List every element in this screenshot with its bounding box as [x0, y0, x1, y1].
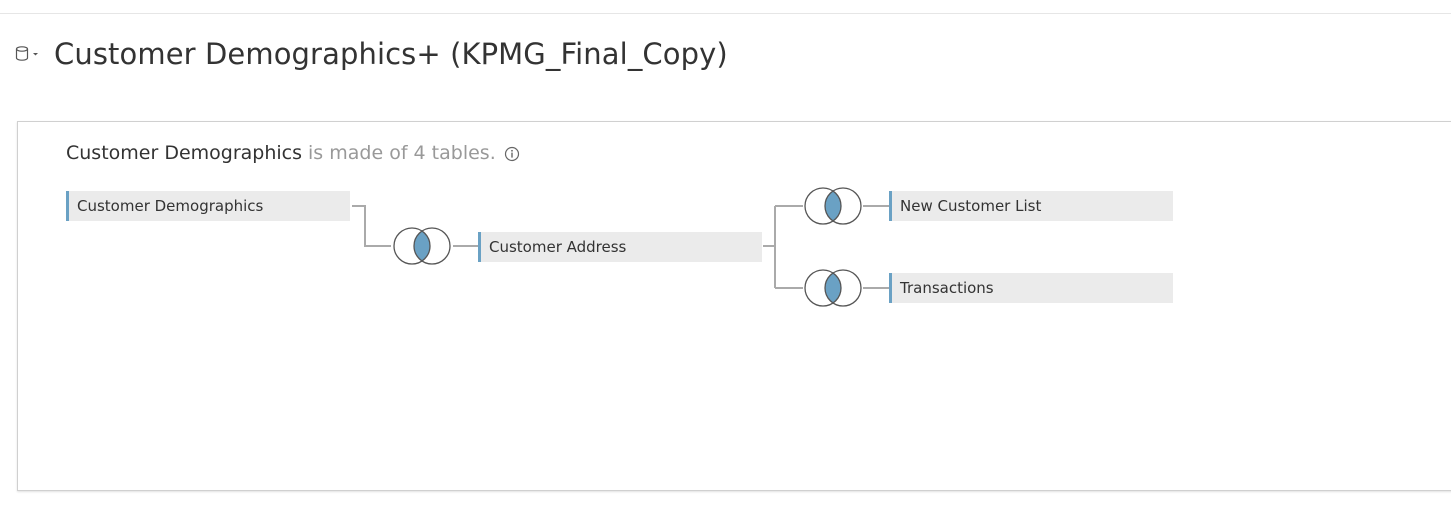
table-transactions[interactable]: Transactions [889, 273, 1173, 303]
datasource-header: Customer Demographics+ (KPMG_Final_Copy) [14, 32, 728, 76]
inner-join-icon[interactable] [802, 268, 864, 308]
database-dropdown-icon[interactable] [14, 44, 40, 64]
table-new-customer-list[interactable]: New Customer List [889, 191, 1173, 221]
info-icon[interactable] [504, 145, 520, 162]
table-customer-address[interactable]: Customer Address [478, 232, 762, 262]
inner-join-icon[interactable] [802, 186, 864, 226]
join-connectors [352, 205, 890, 289]
summary-suffix: is made of 4 tables. [308, 142, 496, 164]
data-model-panel: Customer Demographics is made of 4 table… [17, 121, 1451, 491]
datasource-title[interactable]: Customer Demographics+ (KPMG_Final_Copy) [54, 37, 728, 71]
model-summary: Customer Demographics is made of 4 table… [66, 142, 520, 164]
table-customer-demographics[interactable]: Customer Demographics [66, 191, 350, 221]
inner-join-icon[interactable] [391, 226, 453, 266]
summary-table-name: Customer Demographics [66, 142, 303, 164]
top-divider [0, 13, 1451, 14]
